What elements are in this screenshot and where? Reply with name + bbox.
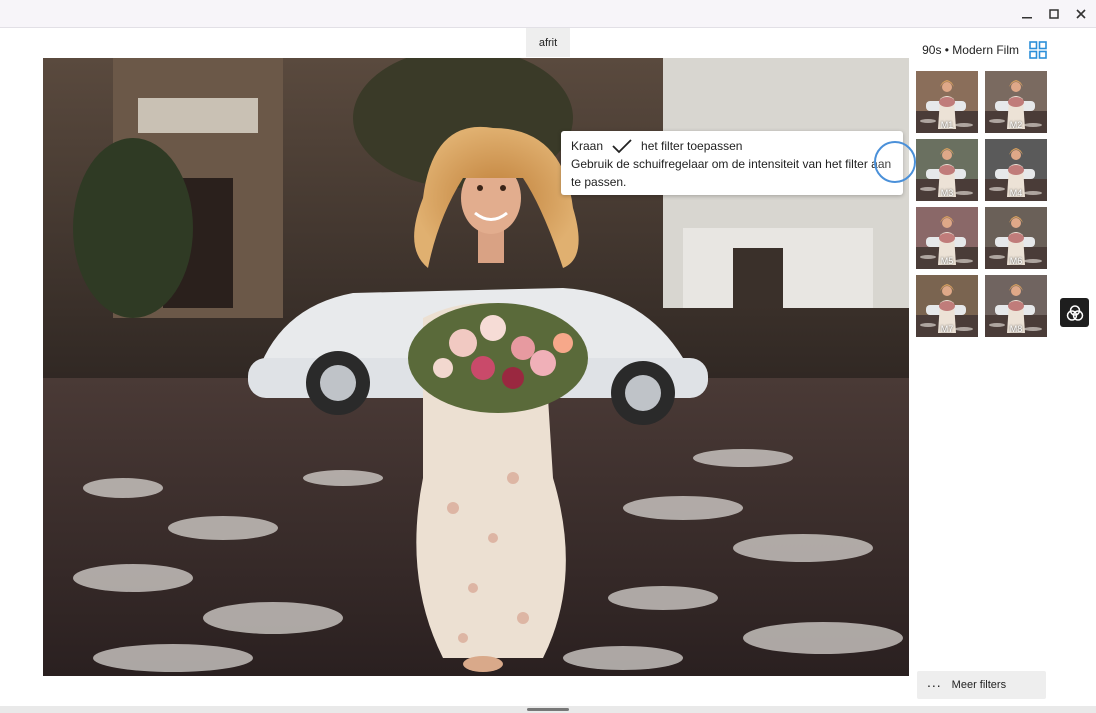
title-bar [0,0,1096,28]
filter-thumb-label: M7 [940,324,954,334]
more-filters-label: Meer filters [951,679,1007,691]
more-dots-icon: ... [927,674,942,690]
apply-filter-tooltip: Kraan het filter toepassen Gebruik de sc… [561,131,903,195]
maximize-button[interactable] [1043,4,1065,24]
tooltip-hint: Gebruik de schuifregelaar om de intensit… [571,157,892,189]
filter-thumb-m6[interactable]: M6 [985,207,1047,269]
filter-thumb-m4[interactable]: M4 [985,139,1047,201]
drag-handle[interactable] [527,708,569,711]
filter-pack-title: 90s • Modern Film [922,43,1019,57]
filter-tool-button[interactable] [1060,298,1089,327]
filter-thumb-label: M3 [940,188,954,198]
grid-view-icon[interactable] [1029,41,1047,59]
filter-thumb-m1[interactable]: M1 [916,71,978,133]
filter-thumb-label: M2 [1009,120,1023,130]
filter-thumb-label: M8 [1009,324,1023,334]
check-icon [612,139,632,154]
touch-indicator [874,141,916,183]
minimize-icon [1022,17,1032,19]
filter-thumb-label: M4 [1009,188,1023,198]
filter-thumb-m5[interactable]: M5 [916,207,978,269]
filter-thumb-label: M6 [1009,256,1023,266]
filter-thumb-m7[interactable]: M7 [916,275,978,337]
filter-thumb-m8[interactable]: M8 [985,275,1047,337]
minimize-button[interactable] [1016,4,1038,24]
filter-thumb-label: M5 [940,256,954,266]
filter-thumb-m3[interactable]: M3 [916,139,978,201]
filter-thumb-label: M1 [940,120,954,130]
cancel-button[interactable]: afrit [526,28,570,57]
filter-panel-header: 90s • Modern Film [917,40,1047,60]
more-filters-button[interactable]: ... Meer filters [917,671,1046,699]
filter-circles-icon [1066,304,1083,321]
tooltip-apply-text: het filter toepassen [641,139,743,153]
filter-thumb-m2[interactable]: M2 [985,71,1047,133]
close-icon [1076,9,1086,19]
maximize-icon [1049,9,1059,19]
tooltip-tap-word: Kraan [571,139,604,153]
close-button[interactable] [1070,4,1092,24]
